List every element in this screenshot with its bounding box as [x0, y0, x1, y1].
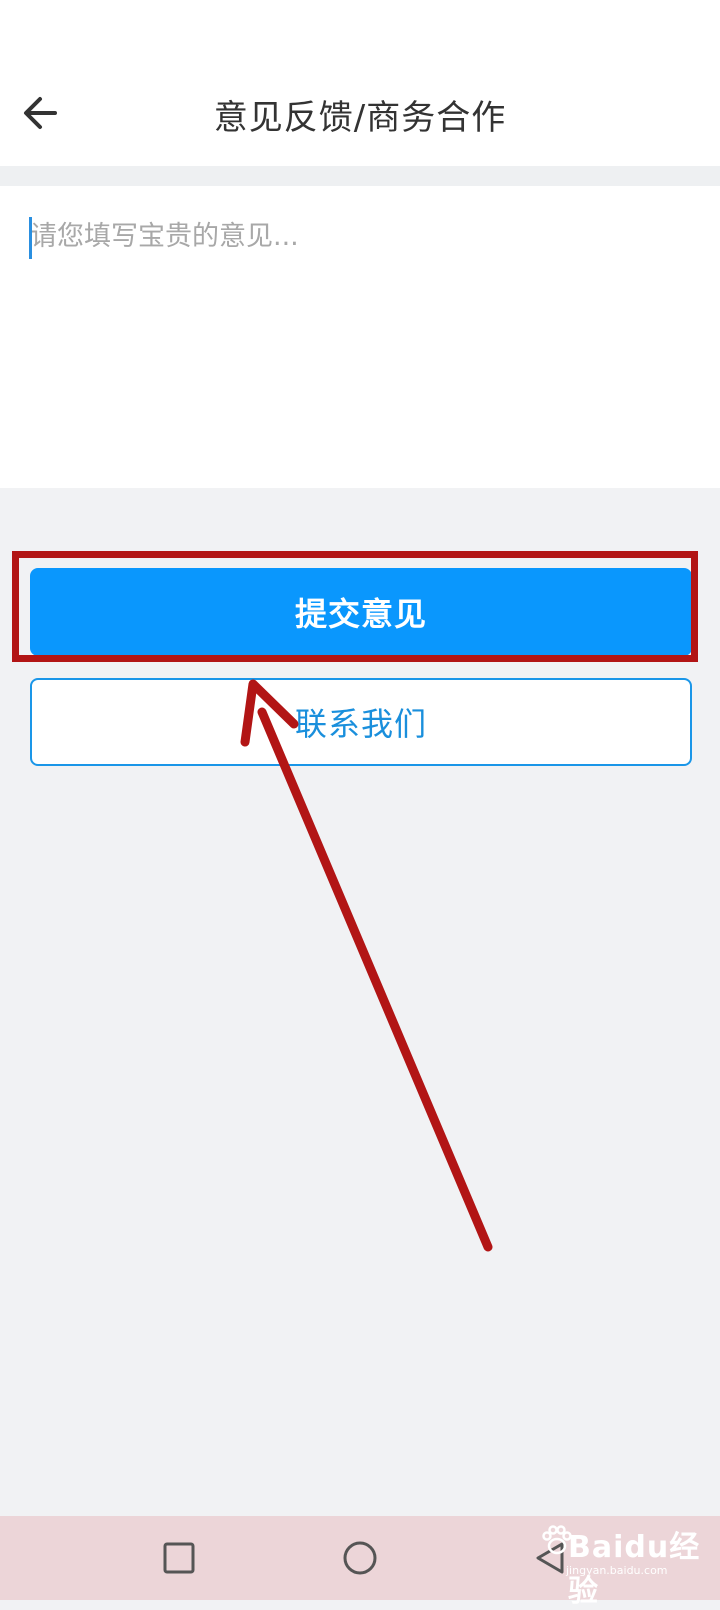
recents-button[interactable] — [157, 1536, 201, 1580]
status-bar — [0, 0, 720, 36]
home-button[interactable] — [338, 1536, 382, 1580]
page-title: 意见反馈/商务合作 — [213, 98, 507, 138]
contact-us-button[interactable]: 联系我们 — [30, 678, 692, 766]
feedback-section — [0, 186, 720, 488]
baidu-watermark: Baidu经验 jingyan.baidu.com — [540, 1518, 710, 1609]
submit-feedback-button[interactable]: 提交意见 — [30, 568, 692, 656]
app-header: 意见反馈/商务合作 — [0, 36, 720, 166]
square-icon — [163, 1542, 195, 1574]
text-cursor — [29, 217, 32, 259]
watermark-url: jingyan.baidu.com — [566, 1564, 668, 1577]
section-divider — [0, 166, 720, 186]
circle-icon — [343, 1541, 377, 1575]
feedback-input[interactable] — [30, 214, 690, 464]
